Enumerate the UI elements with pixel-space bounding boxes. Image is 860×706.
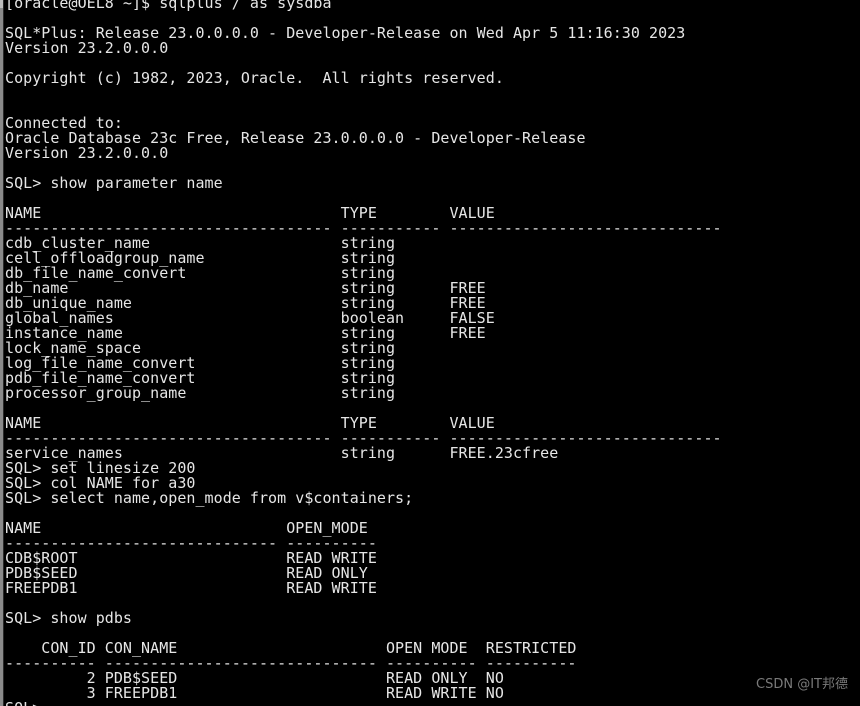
- terminal-line: Copyright (c) 1982, 2023, Oracle. All ri…: [5, 69, 504, 87]
- terminal-line: SQL> show parameter name: [5, 174, 223, 192]
- window-left-edge-shadow: [3, 0, 4, 706]
- terminal-line: Version 23.2.0.0.0: [5, 39, 169, 57]
- terminal-line: FREEPDB1 READ WRITE: [5, 579, 377, 597]
- terminal-line: 3 FREEPDB1 READ WRITE NO: [5, 684, 504, 702]
- terminal-line: [oracle@OEL8 ~]$ sqlplus / as sysdba: [5, 0, 332, 12]
- terminal-window[interactable]: [oracle@OEL8 ~]$ sqlplus / as sysdba SQL*…: [0, 0, 860, 706]
- terminal-line: SQL>: [5, 701, 41, 706]
- terminal-line: processor_group_name string: [5, 384, 396, 402]
- scrollbar-thumb[interactable]: [0, 0, 3, 8]
- terminal-line: SQL> show pdbs: [5, 609, 132, 627]
- terminal-line: SQL> select name,open_mode from v$contai…: [5, 489, 414, 507]
- terminal-screen[interactable]: [oracle@OEL8 ~]$ sqlplus / as sysdba SQL*…: [0, 0, 860, 706]
- terminal-line: Version 23.2.0.0.0: [5, 144, 169, 162]
- csdn-watermark: CSDN @IT邦德: [756, 677, 848, 692]
